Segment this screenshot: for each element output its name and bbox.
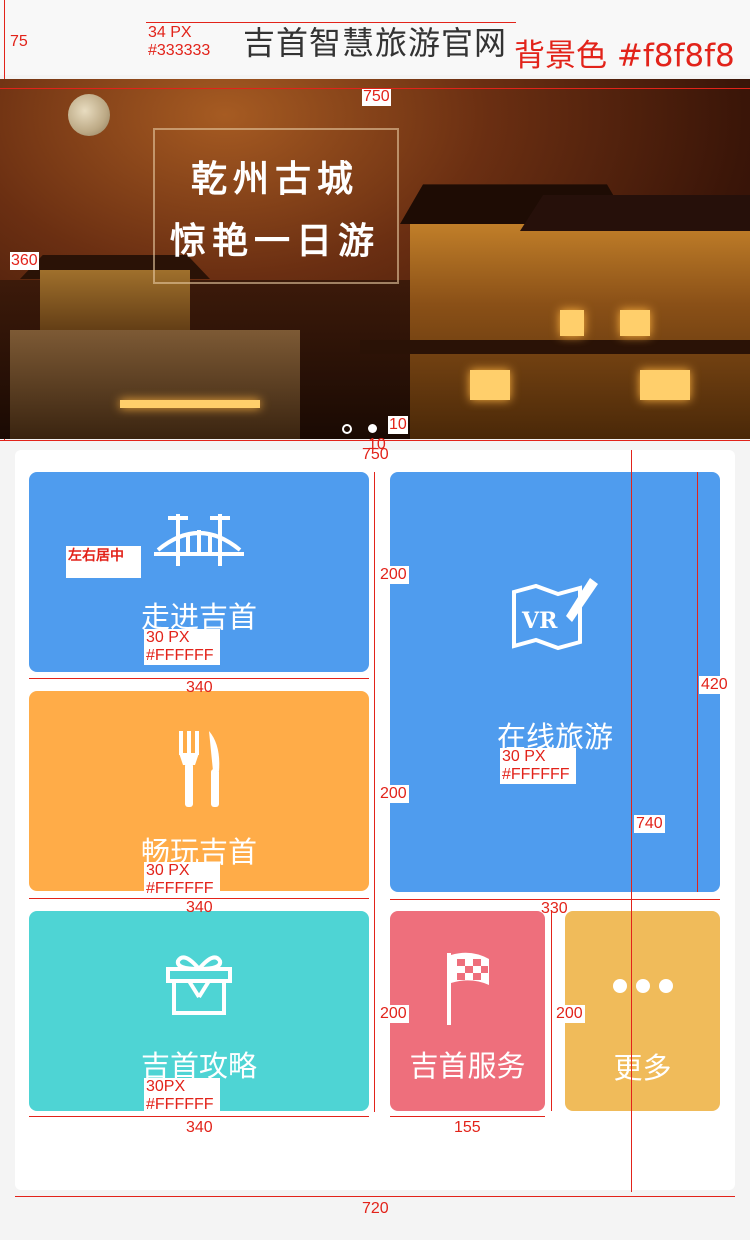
tile-jishou-service[interactable]: 吉首服务 [390,911,545,1111]
wall-lights [120,400,260,408]
dot-size-label: 10 [388,416,408,434]
carousel-dot-active[interactable] [368,424,377,433]
title-guide-line [146,22,516,23]
lit-window [560,310,584,336]
banner-headline-line1: 乾州古城 [190,158,359,200]
tile2-color-note: #FFFFFF [500,766,576,784]
tile2-width-label: 330 [541,900,568,917]
tile1-size-note: 30 PX [144,629,220,647]
tile3-height-label: 200 [378,785,409,803]
banner-width-label: 750 [362,88,391,106]
lit-window [470,370,510,400]
dim-line-vertical [374,472,375,1112]
carousel-dot[interactable] [342,423,352,434]
panel-total-width-label: 720 [362,1200,389,1217]
tile4-color-note: #FFFFFF [144,1096,220,1114]
tile2-height-label: 420 [699,676,730,694]
moon [68,94,110,136]
tile-label: 吉首服务 [409,1049,526,1083]
background-color-note: 背景色 #f8f8f8 [514,38,735,74]
vr-map-icon: VR [390,572,720,656]
tile4-size-note: 30PX [144,1078,220,1096]
house-balcony [360,340,750,354]
lit-window [620,310,650,336]
dim-line [15,1196,735,1197]
center-align-note: 左右居中 [66,546,141,578]
tile3-size-note: 30 PX [144,862,220,880]
banner-headline-line2: 惊艳一日游 [169,220,380,262]
banner-bottom-line [0,440,750,441]
tile4-height-label: 200 [378,1005,409,1023]
tile3-color-note: #FFFFFF [144,880,220,898]
fork-knife-icon [29,731,369,811]
tile1-height-label: 200 [378,566,409,584]
more-icon [565,977,720,999]
tile5-width-label: 155 [454,1119,481,1136]
carousel-dots [342,418,393,437]
flag-icon [390,951,545,1029]
title-font-size-note: 34 PX [148,24,192,41]
svg-text:VR: VR [521,608,558,634]
lit-window [640,370,690,400]
tile2-size-note: 30 PX [500,748,576,766]
tile-label: 更多 [613,1051,672,1085]
tile3-width-label: 340 [186,899,213,916]
tile4-width-label: 340 [186,1119,213,1136]
dim-line-vertical [551,911,552,1111]
city-wall [10,330,300,439]
house-roof-back [520,195,750,231]
gift-icon [29,951,369,1021]
tile1-width-label: 340 [186,679,213,696]
banner-height-label: 360 [10,252,39,270]
tile6-height-label: 200 [554,1005,585,1023]
dim-line [29,1116,369,1117]
tile-play-jishou[interactable]: 畅玩吉首 [29,691,369,891]
title-color-note: #333333 [148,42,211,59]
tile1-color-note: #FFFFFF [144,647,220,665]
panel-height-label: 740 [634,815,665,833]
panel-width-label: 750 [362,446,389,463]
dim-line [390,1116,545,1117]
tile-online-travel[interactable]: VR 在线旅游 [390,472,720,892]
header-height-label: 75 [10,33,28,50]
dim-line-vertical [697,472,698,892]
banner-top-line [0,88,750,89]
tile-more[interactable]: 更多 [565,911,720,1111]
dim-line-vertical [631,450,632,1192]
